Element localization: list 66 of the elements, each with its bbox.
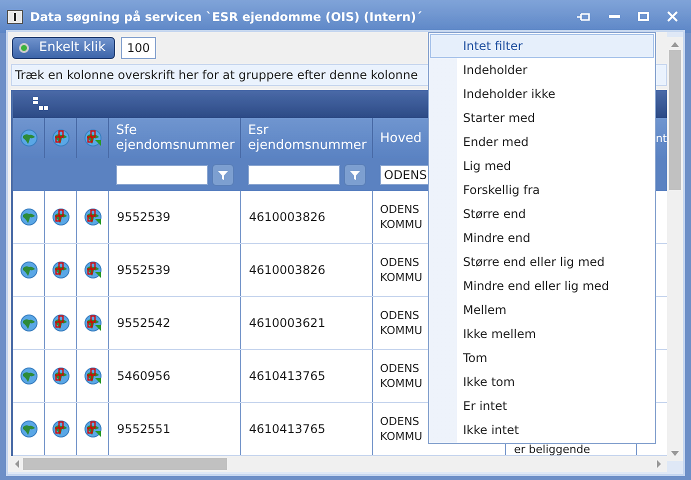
menu-item[interactable]: Større end [430, 202, 654, 226]
table-cell-text: 9552539 [117, 209, 170, 226]
scrollbar-thumb[interactable] [23, 458, 227, 470]
menu-item[interactable]: Er intet [430, 394, 654, 418]
menu-item[interactable]: Mindre end [430, 226, 654, 250]
globe-icon[interactable] [20, 261, 38, 279]
scroll-up-icon[interactable] [671, 41, 680, 47]
menu-item[interactable]: Mindre end eller lig med [430, 274, 654, 298]
table-cell: ODENS KOMMU [380, 414, 422, 444]
globe-squares-icon[interactable] [52, 420, 70, 438]
globe-squares-icon[interactable] [52, 261, 70, 279]
window-title: Data søgning på servicen `ESR ejendomme (OIS) (Intern)´ [30, 8, 422, 26]
page-size-field[interactable]: 100 [121, 37, 156, 59]
table-cell: ODENS KOMMU [380, 361, 422, 391]
globe-icon[interactable] [20, 314, 38, 332]
globe-squares-icon[interactable] [52, 314, 70, 332]
table-cell-text: 4610413765 [249, 368, 326, 385]
minimize-icon[interactable] [609, 14, 620, 18]
table-cell-text: 4610413765 [249, 421, 326, 438]
filter-button[interactable] [344, 164, 366, 186]
window-icon [7, 10, 23, 24]
menu-item[interactable]: Starter med [430, 106, 654, 130]
globe-icon[interactable] [20, 208, 38, 226]
column-header[interactable]: Sfe ejendomsnummer [116, 123, 235, 153]
table-cell-text: 4610003826 [249, 262, 326, 279]
scroll-right-icon[interactable] [655, 460, 664, 468]
menu-item[interactable]: Ender med [430, 130, 654, 154]
globe-icon[interactable] [20, 420, 38, 438]
table-cell: ODENS KOMMU [380, 202, 422, 232]
menu-item[interactable]: Lig med [430, 154, 654, 178]
maximize-icon[interactable] [638, 12, 649, 21]
funnel-icon [349, 168, 361, 180]
status-led-icon [19, 43, 29, 53]
pin-icon[interactable] [577, 12, 591, 22]
filter-button[interactable] [212, 164, 234, 186]
mode-button[interactable]: Enkelt klik [12, 37, 115, 59]
funnel-icon [217, 168, 229, 180]
group-columns-icon[interactable] [33, 97, 49, 111]
table-cell-text: er beliggende [514, 444, 592, 455]
table-cell-text: 4610003621 [249, 315, 326, 332]
menu-item[interactable]: Intet filter [430, 34, 654, 58]
filter-field[interactable] [248, 164, 340, 184]
column-header[interactable]: Esr ejendomsnummer [248, 123, 367, 153]
table-cell: ODENS KOMMU [380, 308, 422, 338]
scroll-left-icon[interactable] [13, 460, 21, 468]
filter-field[interactable] [116, 164, 208, 184]
table-cell-text: 4610003826 [249, 209, 326, 226]
menu-item[interactable]: Ikke intet [430, 418, 654, 442]
menu-item[interactable]: Tom [430, 346, 654, 370]
table-cell: ODENS KOMMU [380, 255, 422, 285]
menu-item[interactable]: Forskellig fra [430, 178, 654, 202]
menu-item[interactable]: Ikke mellem [430, 322, 654, 346]
menu-item[interactable]: Ikke tom [430, 370, 654, 394]
globe-icon[interactable] [20, 367, 38, 385]
table-cell-text: 5460956 [117, 368, 170, 385]
table-cell-text: 9552542 [117, 315, 170, 332]
vertical-scrollbar[interactable] [667, 37, 683, 461]
close-icon[interactable] [667, 11, 678, 22]
table-cell-text: 9552539 [117, 262, 170, 279]
menu-item[interactable]: Mellem [430, 298, 654, 322]
globe-squares-icon[interactable] [52, 208, 70, 226]
table-cell-text: 9552551 [117, 421, 170, 438]
menu-item[interactable]: Større end eller lig med [430, 250, 654, 274]
scroll-down-icon[interactable] [671, 451, 680, 457]
globe-squares-icon[interactable] [52, 367, 70, 385]
scrollbar-thumb[interactable] [669, 50, 682, 190]
